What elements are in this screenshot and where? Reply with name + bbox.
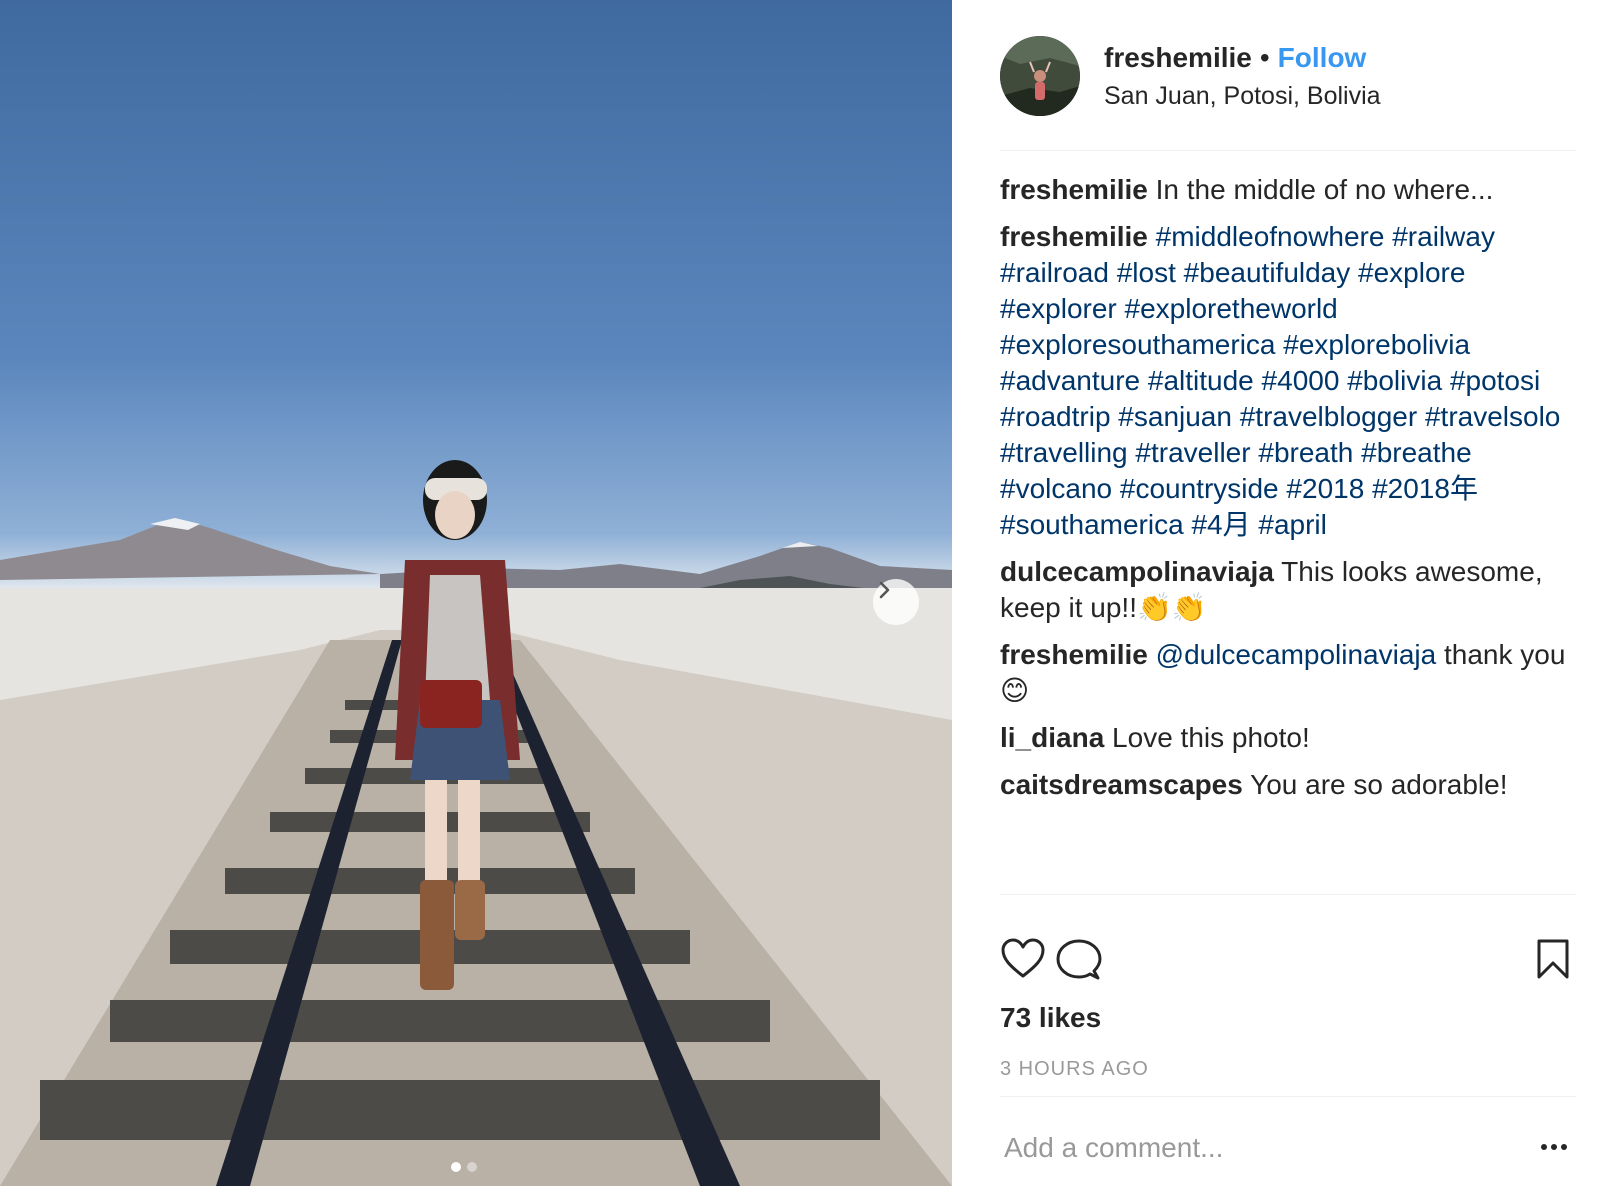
hashtag-link[interactable]: #travelsolo — [1425, 401, 1560, 432]
hashtag-link[interactable]: #explorebolivia — [1283, 329, 1470, 360]
heart-icon — [1001, 938, 1045, 978]
post-location[interactable]: San Juan, Potosi, Bolivia — [1104, 82, 1381, 111]
like-button[interactable] — [1000, 938, 1046, 985]
more-options-button[interactable] — [1540, 1138, 1568, 1156]
comment-item: freshemilie In the middle of no where... — [1000, 172, 1576, 208]
hashtag-link[interactable]: #advanture — [1000, 365, 1140, 396]
post-timestamp: 3 HOURS AGO — [1000, 1058, 1149, 1080]
likes-count[interactable]: 73 likes — [1000, 1002, 1101, 1034]
carousel-dot-active — [451, 1162, 461, 1172]
hashtag-link[interactable]: #southamerica — [1000, 509, 1184, 540]
hashtag-link[interactable]: #lost — [1117, 257, 1176, 288]
comments-list: freshemilie In the middle of no where...… — [1000, 172, 1576, 814]
hashtag-link[interactable]: #exploresouthamerica — [1000, 329, 1276, 360]
comment-item: freshemilie @dulcecampolinaviaja thank y… — [1000, 637, 1576, 709]
comment-button[interactable] — [1056, 938, 1102, 987]
comment-username[interactable]: caitsdreamscapes — [1000, 769, 1243, 800]
save-button[interactable] — [1536, 938, 1570, 985]
post-username[interactable]: freshemilie — [1104, 42, 1252, 73]
chevron-right-icon — [879, 581, 890, 599]
hashtag-link[interactable]: #traveller — [1135, 437, 1250, 468]
avatar[interactable] — [1000, 36, 1080, 116]
hashtag-link[interactable]: #roadtrip — [1000, 401, 1111, 432]
hashtag-link[interactable]: #4月 — [1191, 509, 1250, 540]
header-divider — [1000, 150, 1576, 151]
separator-dot: • — [1259, 42, 1270, 73]
comment-bubble-icon — [1056, 939, 1102, 980]
comment-username[interactable]: dulcecampolinaviaja — [1000, 556, 1274, 587]
hashtag-link[interactable]: #explorer — [1000, 293, 1117, 324]
post-side-panel: freshemilie • Follow San Juan, Potosi, Bol… — [1000, 0, 1576, 1186]
comment-item: li_diana Love this photo! — [1000, 720, 1576, 756]
comment-mention[interactable]: @dulcecampolinaviaja — [1156, 639, 1437, 670]
actions-divider — [1000, 894, 1576, 895]
hashtag-link[interactable]: #volcano — [1000, 473, 1112, 504]
add-comment-input[interactable] — [1004, 1128, 1504, 1168]
hashtag-link[interactable]: #railroad — [1000, 257, 1109, 288]
bookmark-icon — [1537, 939, 1569, 979]
comment-username[interactable]: freshemilie — [1000, 221, 1148, 252]
hashtag-link[interactable]: #exploretheworld — [1125, 293, 1338, 324]
username-row: freshemilie • Follow — [1104, 42, 1366, 74]
more-options-icon — [1541, 1144, 1567, 1150]
hashtag-link[interactable]: #2018年 — [1372, 473, 1478, 504]
comment-item: caitsdreamscapes You are so adorable! — [1000, 767, 1576, 803]
hashtag-link[interactable]: #railway — [1392, 221, 1495, 252]
hashtag-link[interactable]: #bolivia — [1347, 365, 1442, 396]
hashtag-link[interactable]: #beautifulday — [1184, 257, 1351, 288]
post-header: freshemilie • Follow San Juan, Potosi, Bol… — [1000, 36, 1576, 116]
post-photo — [0, 0, 952, 1186]
hashtag-link[interactable]: #breathe — [1361, 437, 1472, 468]
avatar-image — [1000, 36, 1080, 116]
hashtag-link[interactable]: #4000 — [1262, 365, 1340, 396]
comment-item: dulcecampolinaviaja This looks awesome, … — [1000, 554, 1576, 626]
action-bar — [1000, 938, 1576, 988]
hashtag-link[interactable]: #potosi — [1450, 365, 1540, 396]
carousel-indicator — [451, 1162, 477, 1172]
hashtag-link[interactable]: #travelling — [1000, 437, 1128, 468]
hashtag-link[interactable]: #travelblogger — [1240, 401, 1417, 432]
hashtag-link[interactable]: #breath — [1258, 437, 1353, 468]
hashtag-link[interactable]: #april — [1258, 509, 1326, 540]
comment-text: You are so adorable! — [1250, 769, 1508, 800]
hashtag-link[interactable]: #2018 — [1286, 473, 1364, 504]
photo-scene — [0, 460, 952, 1186]
comment-username[interactable]: freshemilie — [1000, 174, 1148, 205]
comment-username[interactable]: freshemilie — [1000, 639, 1148, 670]
hashtag-link[interactable]: #middleofnowhere — [1156, 221, 1385, 252]
comment-text: Love this photo! — [1112, 722, 1310, 753]
input-divider — [1000, 1096, 1576, 1097]
carousel-dot — [467, 1162, 477, 1172]
hashtag-link[interactable]: #countryside — [1120, 473, 1279, 504]
next-slide-button[interactable] — [873, 579, 919, 625]
follow-button[interactable]: Follow — [1278, 42, 1367, 73]
hashtag-link[interactable]: #sanjuan — [1118, 401, 1232, 432]
comment-text: In the middle of no where... — [1155, 174, 1494, 205]
hashtag-link[interactable]: #altitude — [1148, 365, 1254, 396]
hashtag-link[interactable]: #explore — [1358, 257, 1465, 288]
hashtag-list: #middleofnowhere #railway #railroad #los… — [1000, 221, 1560, 540]
comment-username[interactable]: li_diana — [1000, 722, 1104, 753]
comment-item-hashtags: freshemilie #middleofnowhere #railway #r… — [1000, 219, 1576, 543]
